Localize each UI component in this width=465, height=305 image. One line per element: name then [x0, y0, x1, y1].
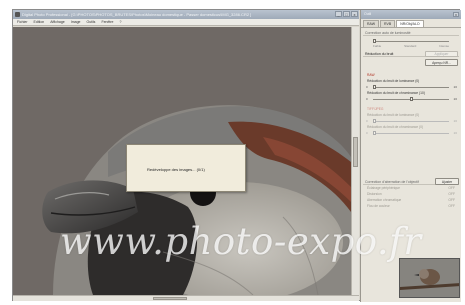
raw-chrominance-max: 20: [453, 97, 457, 101]
horizontal-scrollbar[interactable]: [13, 295, 359, 301]
tab-rvb[interactable]: RVB: [380, 20, 396, 27]
window-title: Digital Photo Professional - [G:\PHOTOS\…: [22, 12, 252, 17]
tick-standard: Standard: [404, 44, 417, 48]
menu-tools[interactable]: Outils: [86, 19, 95, 25]
title-bar: Digital Photo Professional - [G:\PHOTOS\…: [13, 10, 359, 19]
auto-lighting-knob[interactable]: [373, 39, 376, 43]
tiff-chrominance-knob[interactable]: [373, 131, 376, 135]
tool-tabs: RAW RVB NR/Obj/ALO: [361, 20, 461, 28]
tab-raw[interactable]: RAW: [363, 20, 380, 27]
menu-edit[interactable]: Edition: [34, 19, 45, 25]
raw-chrominance-knob[interactable]: [409, 97, 413, 101]
vertical-scroll-thumb[interactable]: [353, 137, 358, 167]
raw-chrominance-slider[interactable]: 0 20: [366, 96, 457, 102]
tool-palette-title: Outil x: [361, 10, 461, 19]
tool-palette-close-button[interactable]: x: [453, 12, 459, 17]
tab-nr-obj-alo[interactable]: NR/Obj/ALO: [396, 20, 424, 27]
tiff-chrominance-slider[interactable]: 0 20: [366, 130, 457, 136]
menu-file[interactable]: Fichier: [17, 19, 28, 25]
auto-lighting-track: [373, 41, 449, 42]
maximize-button[interactable]: □: [343, 11, 350, 17]
auto-lighting-section: Correction auto de luminosité Faible Sta…: [363, 30, 459, 49]
auto-lighting-slider[interactable]: [373, 38, 449, 44]
lens-row-color-blur: Flou de couleur OFF: [363, 203, 459, 209]
horizontal-scroll-thumb[interactable]: [153, 297, 187, 300]
minimize-button[interactable]: _: [335, 11, 342, 17]
close-button[interactable]: x: [351, 11, 358, 17]
tiff-chrominance-min: 0: [366, 131, 368, 135]
menu-image[interactable]: Image: [71, 19, 81, 25]
menu-help[interactable]: ?: [120, 19, 122, 25]
menu-view[interactable]: Affichage: [50, 19, 65, 25]
raw-luminance-knob[interactable]: [373, 85, 376, 89]
tiff-luminance-knob[interactable]: [373, 119, 376, 123]
tiff-chrominance-track: [373, 133, 449, 134]
color-blur-value: OFF: [448, 204, 455, 208]
raw-chrominance-min: 0: [366, 97, 368, 101]
app-icon: [15, 12, 20, 17]
adjust-button[interactable]: Ajuster: [435, 178, 459, 185]
peripheral-illumination-label: Éclairage périphérique: [367, 186, 400, 190]
noise-reduction-section: Réduction du bruit Appliquer Aperçu NR..…: [363, 51, 459, 169]
window-controls: _ □ x: [335, 11, 358, 17]
apply-button[interactable]: Appliquer: [425, 51, 458, 57]
color-blur-label: Flou de couleur: [367, 204, 390, 208]
auto-lighting-ticks: Faible Standard Intense: [373, 44, 449, 49]
tool-palette-title-text: Outil: [364, 12, 372, 16]
progress-dialog: Redéveloppe des images... (0/1): [126, 144, 246, 192]
menu-window[interactable]: Fenêtre: [101, 19, 113, 25]
auto-lighting-header: Correction auto de luminosité: [363, 30, 459, 36]
tick-strong: Intense: [439, 44, 449, 48]
chromatic-aberration-label: Aberration chromatique: [367, 198, 402, 202]
watermark-text: www.photo-expo.fr: [60, 220, 422, 263]
lens-correction-section: Correction d'aberration de l'objectif Aj…: [363, 178, 459, 209]
menu-bar: Fichier Edition Affichage Image Outils F…: [13, 19, 359, 26]
tick-low: Faible: [373, 44, 382, 48]
navigator-thumbnail[interactable]: [399, 258, 460, 298]
tiff-luminance-track: [373, 121, 449, 122]
navigator-thumbnail-image: [400, 259, 459, 297]
nr-preview-button[interactable]: Aperçu NR...: [425, 59, 458, 66]
raw-luminance-track: [373, 87, 449, 88]
progress-message: Redéveloppe des images... (0/1): [147, 167, 205, 172]
tiff-chrominance-max: 20: [453, 131, 457, 135]
distortion-label: Distorsion: [367, 192, 382, 196]
